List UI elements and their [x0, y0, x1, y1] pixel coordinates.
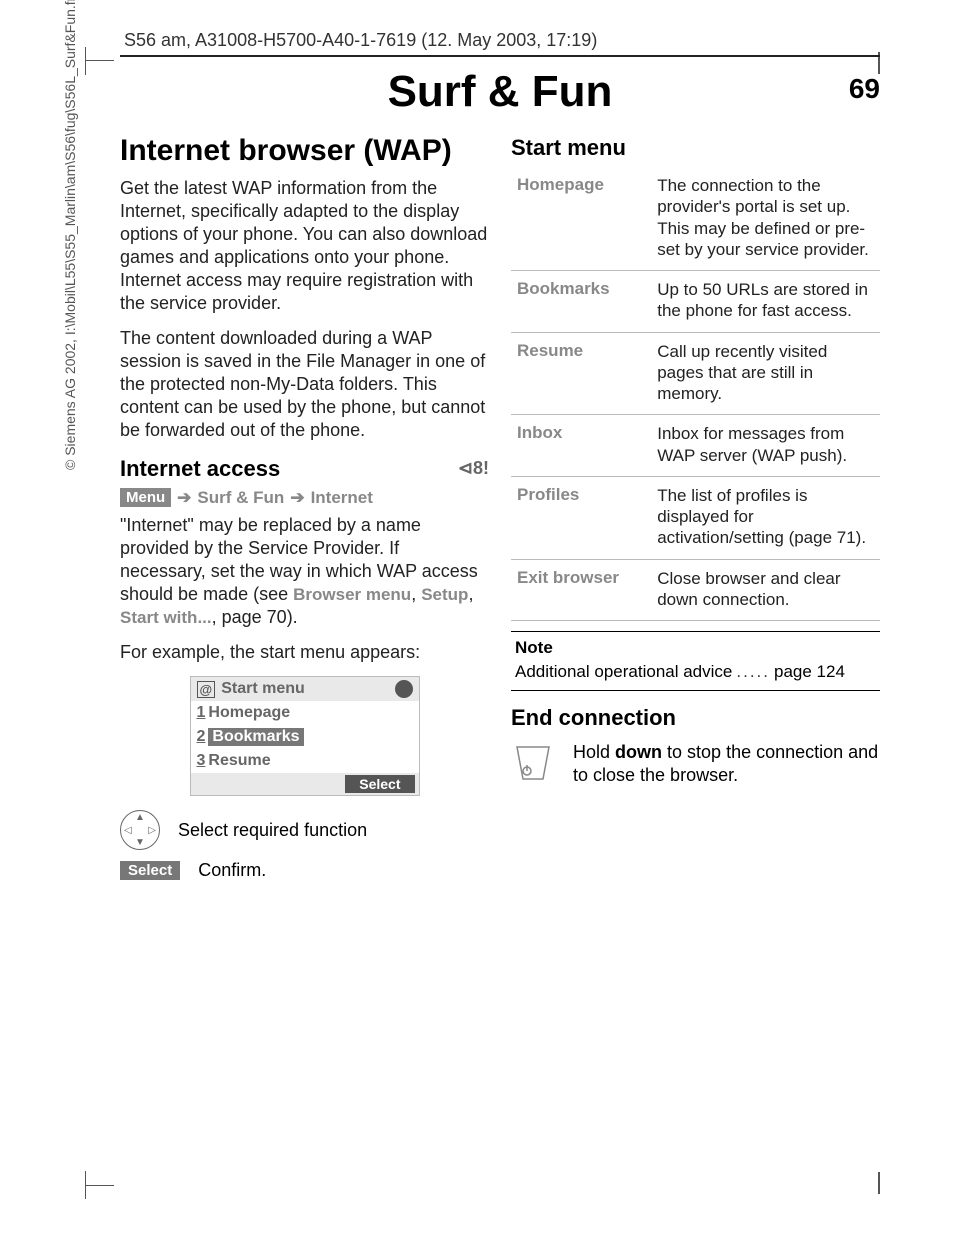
- intro-paragraph-2: The content downloaded during a WAP sess…: [120, 327, 489, 442]
- softkey-select: Select: [345, 775, 414, 793]
- note-title: Note: [515, 638, 876, 658]
- text-span: , page 70).: [212, 607, 298, 627]
- crop-mark-bottom-left: [86, 1158, 114, 1186]
- row-value: Close browser and clear down connection.: [651, 559, 880, 621]
- subheading-text: Start menu: [511, 135, 626, 161]
- row-value: The connection to the provider's portal …: [651, 167, 880, 271]
- row-key: Exit browser: [511, 559, 651, 621]
- section-heading-wap: Internet browser (WAP): [120, 135, 489, 167]
- screen-softkey-row: Select: [191, 773, 419, 795]
- end-connection-row: Hold down to stop the connection and to …: [511, 741, 880, 786]
- ref-browser-menu: Browser menu: [293, 585, 411, 604]
- item-number: 3: [197, 752, 206, 770]
- table-row: Bookmarks Up to 50 URLs are stored in th…: [511, 271, 880, 333]
- row-key: Resume: [511, 332, 651, 415]
- note-text: Additional operational advice: [515, 662, 732, 681]
- at-icon: @: [197, 681, 216, 698]
- confirm-instruction-row: Select Confirm.: [120, 860, 489, 881]
- header-file-path: S56 am, A31008-H5700-A40-1-7619 (12. May…: [120, 30, 880, 51]
- row-value: The list of profiles is displayed for ac…: [651, 476, 880, 559]
- menu-navigation-path: Menu ➔ Surf & Fun ➔ Internet: [120, 488, 489, 508]
- subheading-start-menu: Start menu: [511, 135, 880, 161]
- end-connection-text: Hold down to stop the connection and to …: [573, 741, 880, 786]
- internet-access-paragraph: "Internet" may be replaced by a name pro…: [120, 514, 489, 629]
- note-box: Note Additional operational advice.....p…: [511, 631, 880, 691]
- screen-item-3: 3 Resume: [191, 749, 419, 773]
- text-span: ,: [411, 584, 421, 604]
- item-number: 2: [197, 728, 206, 746]
- menu-step-2: Internet: [311, 488, 373, 508]
- subheading-end-connection: End connection: [511, 705, 880, 731]
- select-softkey-badge: Select: [120, 861, 180, 880]
- subheading-text: Internet access: [120, 456, 280, 482]
- menu-step-1: Surf & Fun: [197, 488, 284, 508]
- row-key: Bookmarks: [511, 271, 651, 333]
- crop-mark-bottom-right: [878, 1172, 880, 1194]
- screen-item-2: 2 Bookmarks: [191, 725, 419, 749]
- note-dots: .....: [732, 662, 774, 681]
- page-number: 69: [849, 73, 880, 105]
- table-row: Inbox Inbox for messages from WAP server…: [511, 415, 880, 477]
- row-value: Call up recently visited pages that are …: [651, 332, 880, 415]
- note-page-ref: page 124: [774, 662, 845, 681]
- example-intro: For example, the start menu appears:: [120, 641, 489, 664]
- ref-start-with: Start with...: [120, 608, 212, 627]
- screen-title: Start menu: [221, 680, 305, 698]
- arrow-icon: ➔: [290, 488, 304, 508]
- navigation-key-icon: ◁▷: [120, 810, 160, 850]
- text-span: Hold: [573, 742, 615, 762]
- phone-screen-mock: @ Start menu 1 Homepage 2 Bookmarks 3 Re…: [190, 676, 420, 796]
- right-column: Start menu Homepage The connection to th…: [511, 131, 880, 891]
- subheading-text: End connection: [511, 705, 676, 731]
- menu-badge: Menu: [120, 488, 171, 507]
- row-value: Inbox for messages from WAP server (WAP …: [651, 415, 880, 477]
- screen-title-row: @ Start menu: [191, 677, 419, 701]
- hangup-key-icon: [511, 741, 555, 785]
- start-menu-table: Homepage The connection to the provider'…: [511, 167, 880, 621]
- row-key: Profiles: [511, 476, 651, 559]
- text-span: ,: [468, 584, 473, 604]
- sidebar-copyright: © Siemens AG 2002, I:\Mobil\L55\S55_Marl…: [62, 0, 78, 470]
- item-label: Homepage: [208, 704, 290, 722]
- table-row: Homepage The connection to the provider'…: [511, 167, 880, 271]
- header-rule: [120, 55, 880, 57]
- left-column: Internet browser (WAP) Get the latest WA…: [120, 131, 489, 891]
- screen-item-1: 1 Homepage: [191, 701, 419, 725]
- item-number: 1: [197, 704, 206, 722]
- crop-mark-top-left: [86, 60, 114, 88]
- table-row: Resume Call up recently visited pages th…: [511, 332, 880, 415]
- row-value: Up to 50 URLs are stored in the phone fo…: [651, 271, 880, 333]
- subheading-internet-access: Internet access ⊲8!: [120, 456, 489, 482]
- item-label: Bookmarks: [208, 728, 303, 746]
- globe-icon: [395, 680, 413, 698]
- ref-setup: Setup: [421, 585, 468, 604]
- nav-instruction-row: ◁▷ Select required function: [120, 810, 489, 850]
- confirm-instruction-text: Confirm.: [198, 860, 266, 881]
- arrow-icon: ➔: [177, 488, 191, 508]
- row-key: Homepage: [511, 167, 651, 271]
- text-bold: down: [615, 742, 662, 762]
- table-row: Profiles The list of profiles is display…: [511, 476, 880, 559]
- nav-instruction-text: Select required function: [178, 820, 367, 841]
- intro-paragraph-1: Get the latest WAP information from the …: [120, 177, 489, 315]
- page-title: Surf & Fun: [120, 67, 880, 117]
- table-row: Exit browser Close browser and clear dow…: [511, 559, 880, 621]
- row-key: Inbox: [511, 415, 651, 477]
- service-provider-icon: ⊲8!: [458, 458, 489, 479]
- item-label: Resume: [208, 752, 270, 770]
